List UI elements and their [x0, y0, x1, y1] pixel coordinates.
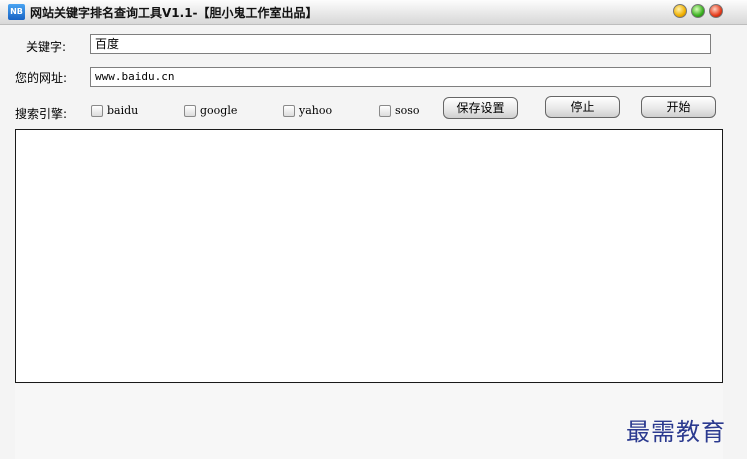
checkbox-label: baidu — [107, 104, 139, 117]
checkbox-box[interactable] — [184, 104, 196, 117]
stop-button[interactable]: 停止 — [545, 96, 620, 118]
checkbox-label: yahoo — [299, 104, 333, 117]
url-label: 您的网址: — [15, 71, 68, 85]
checkbox-soso[interactable]: soso — [379, 104, 420, 117]
title-bar[interactable]: NB 网站关键字排名查询工具V1.1-【胆小鬼工作室出品】 — [0, 0, 747, 25]
start-button[interactable]: 开始 — [641, 96, 716, 118]
checkbox-label: google — [200, 104, 238, 117]
watermark-text: 最需教育 — [626, 418, 726, 446]
checkbox-box[interactable] — [379, 104, 391, 117]
checkbox-box[interactable] — [91, 104, 103, 117]
status-area — [15, 384, 723, 459]
minimize-icon[interactable] — [673, 4, 687, 18]
results-textarea[interactable] — [15, 129, 723, 383]
checkbox-google[interactable]: google — [184, 104, 237, 117]
keyword-label: 关键字: — [26, 40, 67, 54]
checkbox-box[interactable] — [283, 104, 295, 117]
checkbox-label: soso — [395, 104, 420, 117]
app-window: NB 网站关键字排名查询工具V1.1-【胆小鬼工作室出品】 关键字: 百度 您的… — [0, 0, 747, 459]
app-icon: NB — [8, 4, 25, 20]
checkbox-yahoo[interactable]: yahoo — [283, 104, 332, 117]
save-settings-button[interactable]: 保存设置 — [443, 97, 518, 119]
maximize-icon[interactable] — [691, 4, 705, 18]
engine-label: 搜索引擎: — [15, 107, 68, 121]
checkbox-baidu[interactable]: baidu — [91, 104, 138, 117]
keyword-input[interactable]: 百度 — [90, 34, 711, 54]
window-title: 网站关键字排名查询工具V1.1-【胆小鬼工作室出品】 — [30, 6, 318, 20]
url-input[interactable]: www.baidu.cn — [90, 67, 711, 87]
close-icon[interactable] — [709, 4, 723, 18]
